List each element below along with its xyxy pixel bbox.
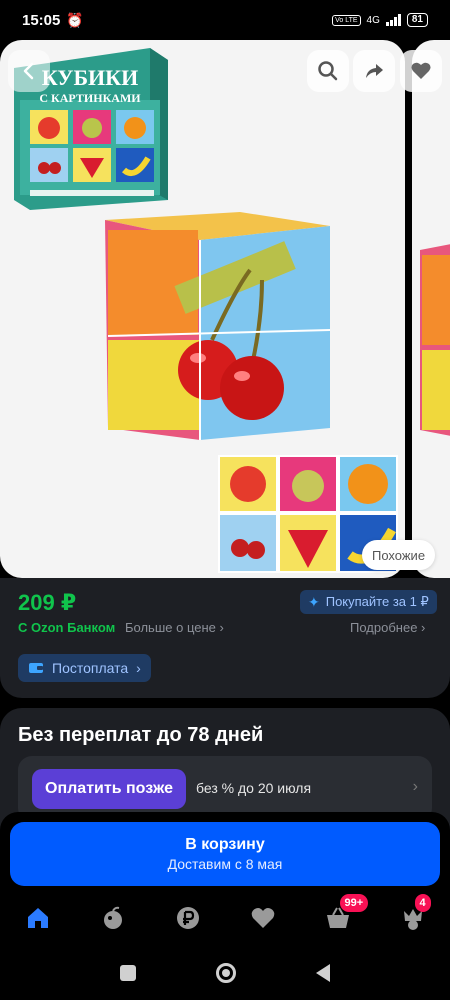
cart-title: В корзину — [185, 836, 265, 853]
box-title-2: С КАРТИНКАМИ — [39, 91, 141, 105]
next-product-image[interactable] — [412, 40, 450, 578]
installment-title: Без переплат до 78 дней — [18, 724, 264, 746]
chevron-right-icon: › — [136, 660, 141, 676]
alarm-icon: ⏰ — [66, 11, 84, 28]
favorite-button[interactable] — [400, 50, 442, 92]
add-to-cart-button[interactable]: В корзину Доставим с 8 мая — [10, 822, 440, 886]
price-card: 209 ₽ ✦ Покупайте за 1 ₽ С Ozon Банком Б… — [0, 578, 450, 698]
home-button[interactable] — [216, 963, 236, 983]
pay-later-terms: без % до 20 июля — [196, 780, 312, 796]
wallet-icon — [29, 663, 43, 673]
heart-icon — [251, 908, 274, 928]
status-indicators: Vo LTE 4G 81 — [332, 13, 428, 27]
chevron-right-icon: › — [219, 620, 224, 635]
back-nav-button[interactable] — [316, 964, 330, 982]
price: 209 ₽ — [18, 590, 77, 615]
profile-badge: 4 — [414, 894, 431, 912]
nav-profile[interactable]: 4 — [375, 890, 450, 946]
delivery-date: Доставим с 8 мая — [167, 856, 283, 872]
cube-illustration — [105, 212, 331, 440]
pay-later-button[interactable]: Оплатить позже — [32, 769, 186, 809]
more-price-label: Больше о цене — [125, 620, 216, 635]
ozon-bank-label: С Ozon Банком — [18, 620, 116, 635]
promo-badge[interactable]: ✦ Покупайте за 1 ₽ — [300, 590, 437, 614]
sparkle-icon: ✦ — [308, 593, 320, 610]
search-button[interactable] — [307, 50, 349, 92]
nav-home[interactable] — [0, 890, 75, 946]
home-icon — [27, 908, 48, 928]
similar-label: Похожие — [372, 547, 426, 563]
back-button[interactable] — [8, 50, 50, 92]
share-button[interactable] — [353, 50, 395, 92]
battery-icon: 81 — [406, 13, 428, 27]
more-price-link[interactable]: Больше о цене › — [125, 620, 224, 635]
status-bar: 15:05 ⏰ Vo LTE 4G 81 — [0, 0, 450, 40]
search-icon — [318, 61, 338, 81]
cart-sheet: В корзину Доставим с 8 мая — [0, 812, 450, 890]
nav-fresh[interactable] — [75, 890, 150, 946]
recents-button[interactable] — [120, 965, 136, 981]
chevron-left-icon — [23, 62, 34, 80]
signal-icon — [385, 14, 401, 26]
ruble-icon — [176, 907, 199, 929]
similar-button[interactable]: Похожие — [362, 540, 436, 570]
product-photo: КУБИКИ С КАРТИНКАМИ — [14, 48, 398, 573]
system-nav — [0, 946, 450, 1000]
nav-favorites[interactable] — [225, 890, 300, 946]
share-icon — [366, 64, 383, 78]
next-photo — [420, 244, 450, 436]
nav-finance[interactable] — [150, 890, 225, 946]
fresh-icon — [103, 906, 122, 929]
postpay-label: Постоплата — [52, 660, 129, 676]
volte-icon: Vo LTE — [332, 14, 361, 26]
box-title-1: КУБИКИ — [42, 65, 138, 90]
heart-icon — [411, 62, 431, 79]
product-image[interactable]: КУБИКИ С КАРТИНКАМИ — [0, 40, 405, 578]
details-link[interactable]: Подробнее › — [350, 620, 425, 635]
status-time: 15:05 — [22, 11, 61, 29]
cart-badge: 99+ — [339, 894, 369, 912]
bottom-nav: 99+ 4 — [0, 890, 450, 946]
chevron-right-icon: › — [421, 620, 426, 635]
chevron-right-icon: › — [412, 778, 418, 795]
details-label: Подробнее — [350, 620, 418, 635]
promo-label: Покупайте за 1 ₽ — [325, 594, 429, 609]
network-label: 4G — [366, 14, 380, 26]
postpay-button[interactable]: Постоплата › — [18, 654, 151, 682]
product-gallery[interactable]: КУБИКИ С КАРТИНКАМИ Похожие — [0, 40, 450, 580]
nav-cart[interactable]: 99+ — [300, 890, 375, 946]
